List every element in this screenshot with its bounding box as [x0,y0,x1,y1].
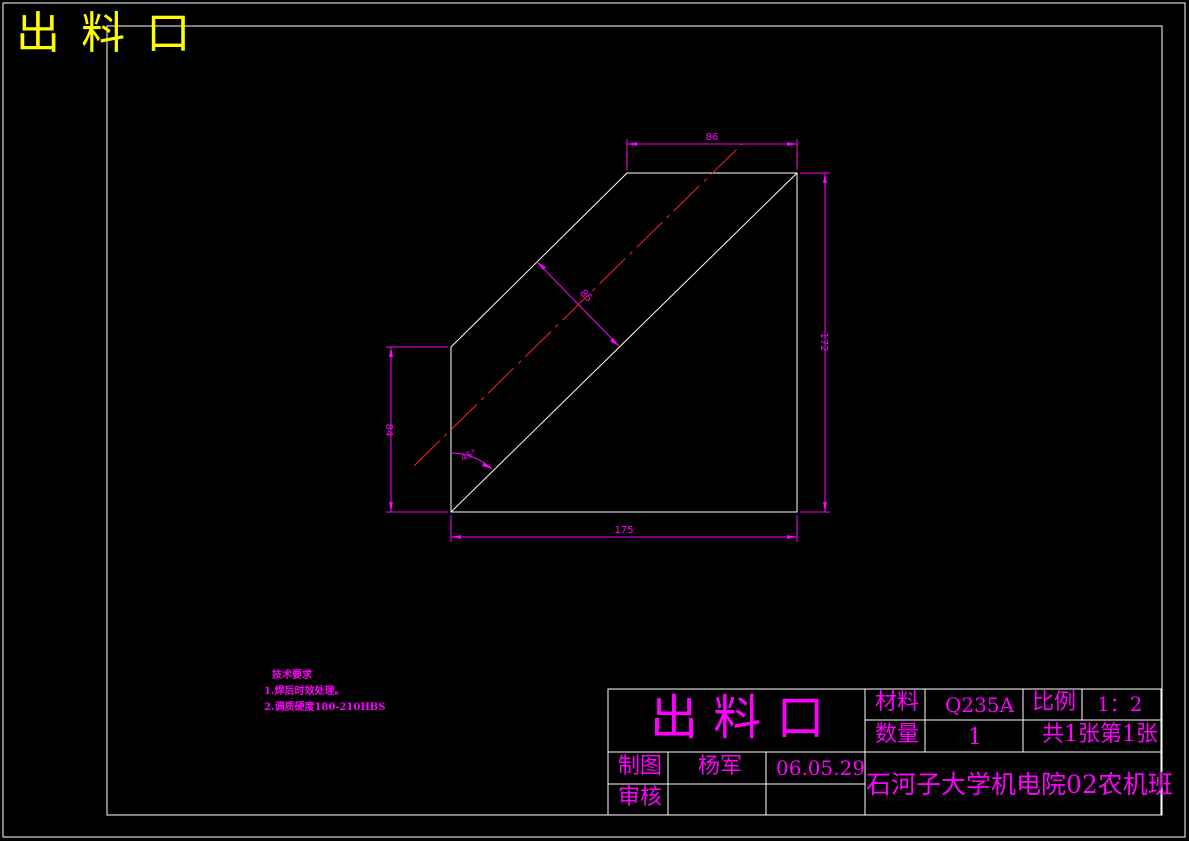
dim-top-width-label: 86 [706,132,719,143]
scale-value: 1：2 [1097,692,1143,716]
tech-requirement-item: 1.焊后时效处理。 [264,686,345,697]
drawing-date: 06.05.29 [776,756,866,780]
sheet-count: 共1张第1张 [1042,722,1158,747]
tech-requirements-title: 技术要求 [272,670,312,681]
dimension-left-height [386,346,448,513]
quantity-value: 1 [968,725,982,750]
inner-diagonal-edge [450,172,798,513]
dimension-top-width [626,139,798,170]
drawn-by-name: 杨军 [698,754,743,779]
dim-left-height-label: 84 [383,424,394,437]
quantity-label: 数量 [875,722,920,747]
title-block-part-name: 出 料 口 [650,690,825,746]
material-value: Q235A [945,693,1015,717]
technical-requirements: 技术要求 1.焊后时效处理。 2.调质硬度180-210HBS [264,668,385,716]
angle-arrow-head [482,462,492,469]
scale-label: 比例 [1032,690,1077,715]
tech-requirement-item: 2.调质硬度180-210HBS [264,702,386,713]
drawn-by-label: 制图 [618,754,663,779]
material-label: 材料 [875,690,920,715]
center-line [413,143,743,467]
dim-angle-label: 45° [460,448,479,464]
sheet-title: 出料口 [16,8,212,59]
dim-bottom-width-label: 175 [614,525,633,536]
dim-right-height-label: 172 [818,332,829,351]
review-label: 审核 [618,785,663,810]
dim-thickness-label: 85 [577,288,594,305]
organization-name: 石河子大学机电院02农机班 [866,770,1173,799]
